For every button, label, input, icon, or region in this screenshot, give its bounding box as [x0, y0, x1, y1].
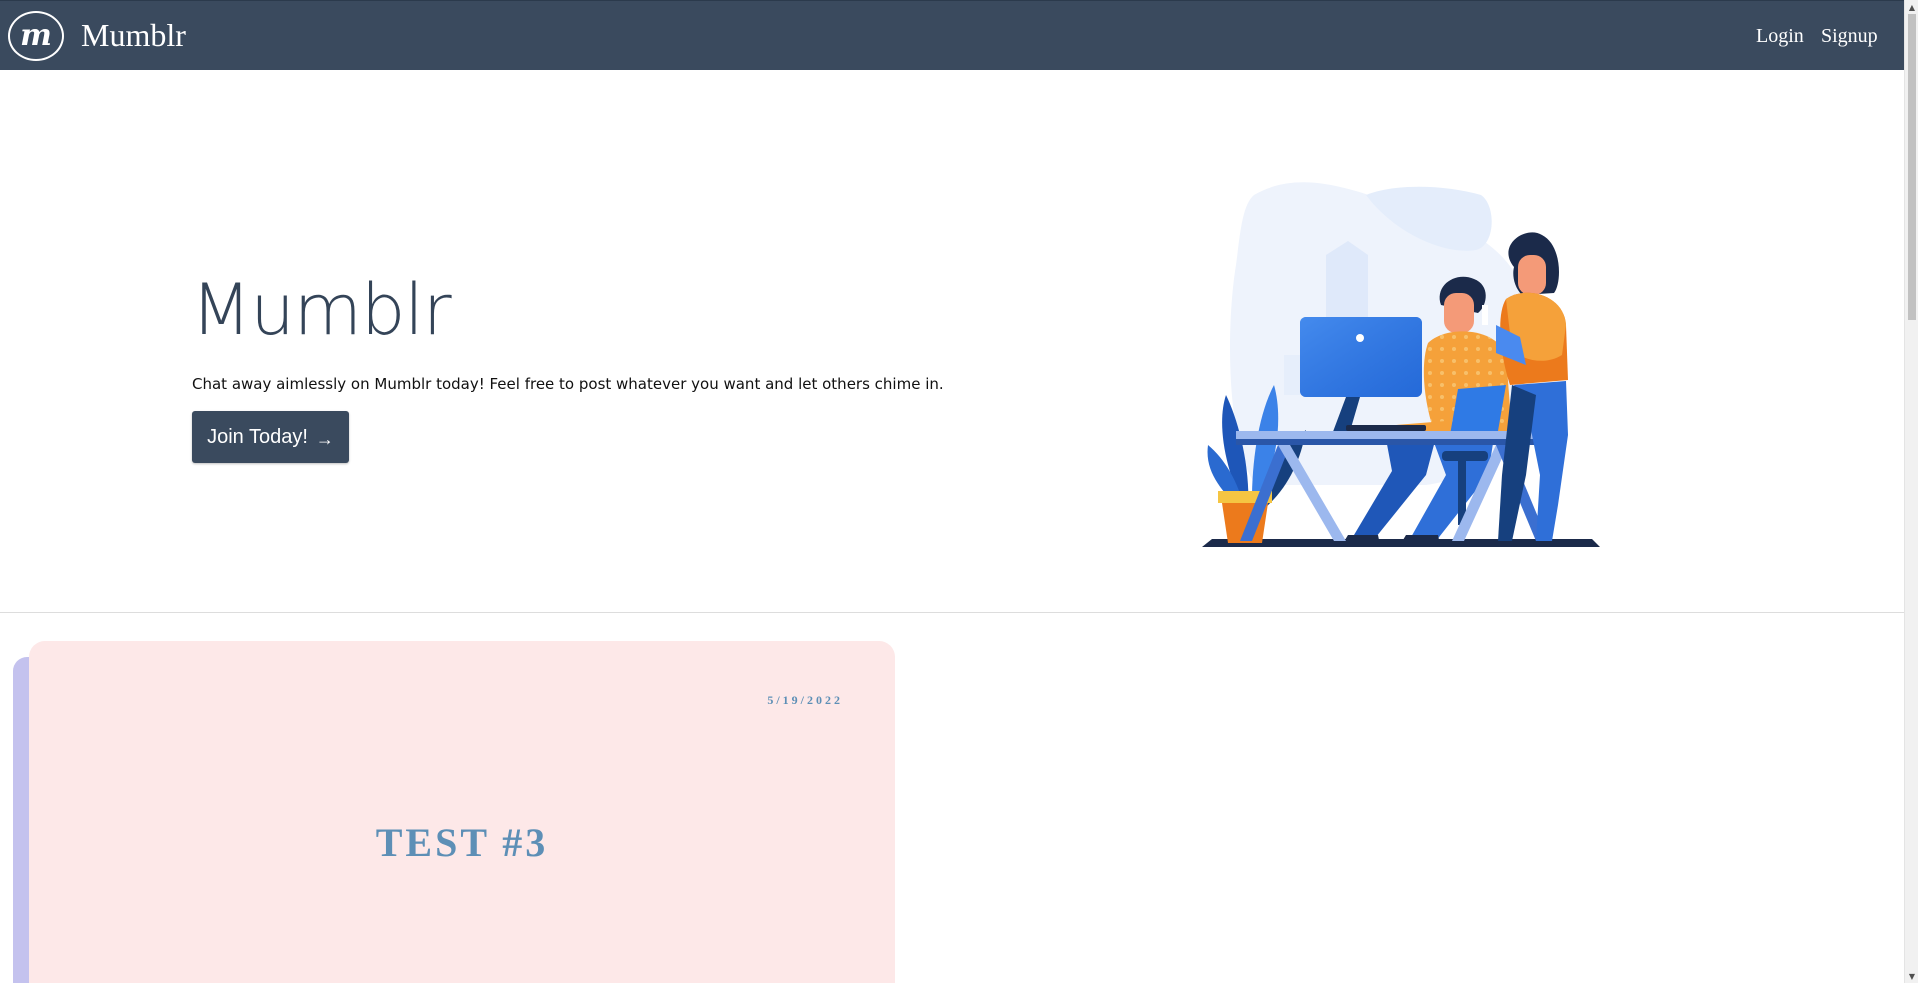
navbar: m Mumblr Login Signup: [0, 0, 1904, 70]
people-at-computer-illustration: [1202, 182, 1600, 547]
scroll-up-icon[interactable]: ▲: [1905, 0, 1918, 14]
post-card[interactable]: 5/19/2022 TEST #3: [29, 641, 895, 983]
hero-description: Chat away aimlessly on Mumblr today! Fee…: [192, 375, 944, 393]
vertical-scrollbar[interactable]: ▲ ▼: [1904, 0, 1918, 983]
join-button-label: Join Today!: [207, 425, 308, 448]
scrollbar-thumb[interactable]: [1908, 14, 1916, 320]
signup-link[interactable]: Signup: [1821, 23, 1878, 49]
arrow-right-icon: →: [315, 428, 334, 449]
section-divider: [0, 612, 1904, 613]
logo-icon[interactable]: m: [8, 11, 64, 61]
post-date: 5/19/2022: [767, 693, 843, 707]
scroll-down-icon[interactable]: ▼: [1905, 969, 1918, 983]
join-today-button[interactable]: Join Today! →: [192, 411, 349, 463]
brand-name[interactable]: Mumblr: [81, 15, 186, 55]
login-link[interactable]: Login: [1756, 23, 1804, 49]
hero-title: Mumblr: [191, 269, 452, 351]
post-title[interactable]: TEST #3: [29, 819, 895, 866]
